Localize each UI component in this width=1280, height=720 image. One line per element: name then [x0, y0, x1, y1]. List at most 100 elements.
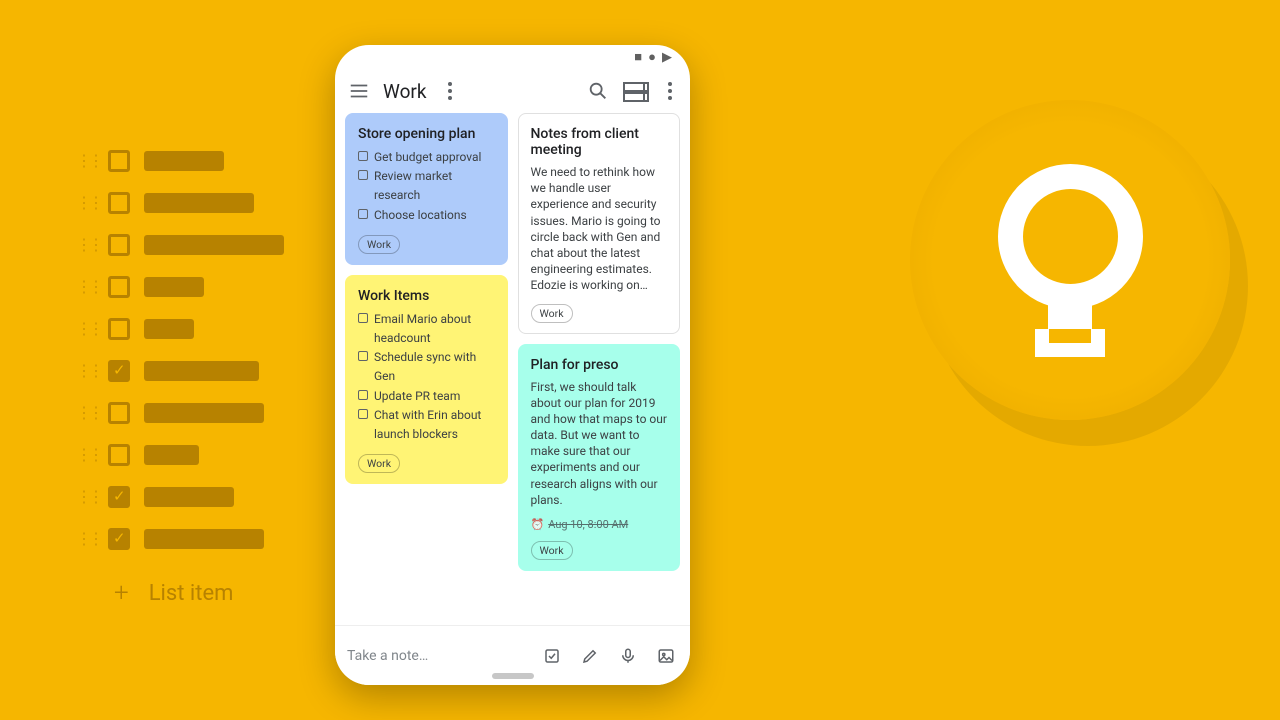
checkbox-icon[interactable] [358, 209, 368, 219]
checkbox-icon [108, 234, 130, 256]
reminder-time: Aug 10, 8:00 AM [548, 518, 628, 531]
notes-grid: Store opening plan Get budget approvalRev… [335, 113, 690, 571]
note-reminder[interactable]: ⏰Aug 10, 8:00 AM [531, 518, 668, 531]
checklist-item[interactable]: Email Mario about headcount [358, 310, 495, 348]
checkbox-icon [108, 192, 130, 214]
checkbox-icon [108, 402, 130, 424]
view-toggle-icon[interactable] [622, 79, 646, 103]
checkbox-icon[interactable] [358, 351, 368, 361]
alarm-icon: ⏰ [531, 518, 545, 531]
note-title: Store opening plan [358, 126, 495, 142]
checklist-item[interactable]: Schedule sync with Gen [358, 348, 495, 386]
menu-icon[interactable] [347, 79, 371, 103]
placeholder-bar [144, 235, 284, 255]
checkbox-icon[interactable] [358, 409, 368, 419]
decorative-list-row [76, 150, 284, 172]
checkbox-icon [108, 528, 130, 550]
plus-icon: + [114, 578, 129, 608]
drag-handle-icon [76, 488, 94, 506]
drag-handle-icon [76, 362, 94, 380]
note-card[interactable]: Store opening plan Get budget approvalRev… [345, 113, 508, 265]
status-bar: ■ ● ▶ [335, 45, 690, 69]
note-card[interactable]: Work Items Email Mario about headcountSch… [345, 275, 508, 484]
checkbox-icon [108, 486, 130, 508]
checklist-item-label: Email Mario about headcount [374, 310, 495, 348]
checkbox-icon[interactable] [358, 313, 368, 323]
status-triangle-icon: ▶ [662, 50, 672, 65]
drag-handle-icon [76, 404, 94, 422]
placeholder-bar [144, 319, 194, 339]
placeholder-bar [144, 529, 264, 549]
drag-handle-icon [76, 278, 94, 296]
drag-handle-icon [76, 320, 94, 338]
new-drawing-icon[interactable] [578, 644, 602, 668]
decorative-list-row [76, 192, 284, 214]
checkbox-icon [108, 318, 130, 340]
checkbox-icon[interactable] [358, 170, 368, 180]
decorative-list-row [76, 234, 284, 256]
checkbox-icon [108, 444, 130, 466]
note-body: First, we should talk about our plan for… [531, 379, 668, 509]
pinned-overflow-icon[interactable] [438, 82, 462, 100]
decorative-list-row [76, 318, 284, 340]
add-list-item: + List item [114, 578, 284, 608]
keep-logo-icon [910, 100, 1230, 420]
placeholder-bar [144, 445, 199, 465]
placeholder-bar [144, 361, 259, 381]
checklist-item-label: Chat with Erin about launch blockers [374, 406, 495, 444]
decorative-list-row [76, 528, 284, 550]
note-card[interactable]: Plan for preso First, we should talk abou… [518, 344, 681, 572]
placeholder-bar [144, 487, 234, 507]
checklist-item[interactable]: Get budget approval [358, 148, 495, 167]
note-title: Notes from client meeting [531, 126, 668, 158]
add-list-item-label: List item [149, 581, 234, 606]
checklist-item-label: Schedule sync with Gen [374, 348, 495, 386]
checklist-item[interactable]: Review market research [358, 167, 495, 205]
note-tag[interactable]: Work [358, 454, 400, 473]
drag-handle-icon [76, 530, 94, 548]
checklist-item-label: Choose locations [374, 206, 467, 225]
note-title: Plan for preso [531, 357, 668, 373]
take-a-note-input[interactable]: Take a note… [347, 648, 540, 664]
new-list-icon[interactable] [540, 644, 564, 668]
new-image-icon[interactable] [654, 644, 678, 668]
checklist-item-label: Update PR team [374, 387, 460, 406]
drag-handle-icon [76, 152, 94, 170]
placeholder-bar [144, 277, 204, 297]
phone-mockup: ■ ● ▶ Work Store opening plan Get budget … [335, 45, 690, 685]
placeholder-bar [144, 151, 224, 171]
note-card[interactable]: Notes from client meeting We need to reth… [518, 113, 681, 334]
note-checklist: Get budget approvalReview market researc… [358, 148, 495, 225]
drag-handle-icon [76, 236, 94, 254]
checklist-item[interactable]: Chat with Erin about launch blockers [358, 406, 495, 444]
note-title: Work Items [358, 288, 495, 304]
checkbox-icon [108, 360, 130, 382]
checkbox-icon [108, 150, 130, 172]
checklist-item-label: Get budget approval [374, 148, 481, 167]
decorative-list-row [76, 402, 284, 424]
overflow-menu-icon[interactable] [658, 82, 682, 100]
note-tag[interactable]: Work [531, 541, 573, 560]
drag-handle-icon [76, 194, 94, 212]
note-checklist: Email Mario about headcountSchedule sync… [358, 310, 495, 444]
decorative-checklist: + List item [76, 150, 284, 608]
checklist-item[interactable]: Choose locations [358, 206, 495, 225]
checklist-item[interactable]: Update PR team [358, 387, 495, 406]
decorative-list-row [76, 486, 284, 508]
new-audio-icon[interactable] [616, 644, 640, 668]
checkbox-icon[interactable] [358, 390, 368, 400]
drag-handle-icon [76, 446, 94, 464]
decorative-list-row [76, 444, 284, 466]
search-icon[interactable] [586, 79, 610, 103]
page-title: Work [383, 80, 426, 103]
note-tag[interactable]: Work [531, 304, 573, 323]
checkbox-icon [108, 276, 130, 298]
note-tag[interactable]: Work [358, 235, 400, 254]
note-body: We need to rethink how we handle user ex… [531, 164, 668, 294]
checklist-item-label: Review market research [374, 167, 495, 205]
home-indicator [492, 673, 534, 679]
placeholder-bar [144, 403, 264, 423]
app-topbar: Work [335, 69, 690, 113]
checkbox-icon[interactable] [358, 151, 368, 161]
decorative-list-row [76, 276, 284, 298]
